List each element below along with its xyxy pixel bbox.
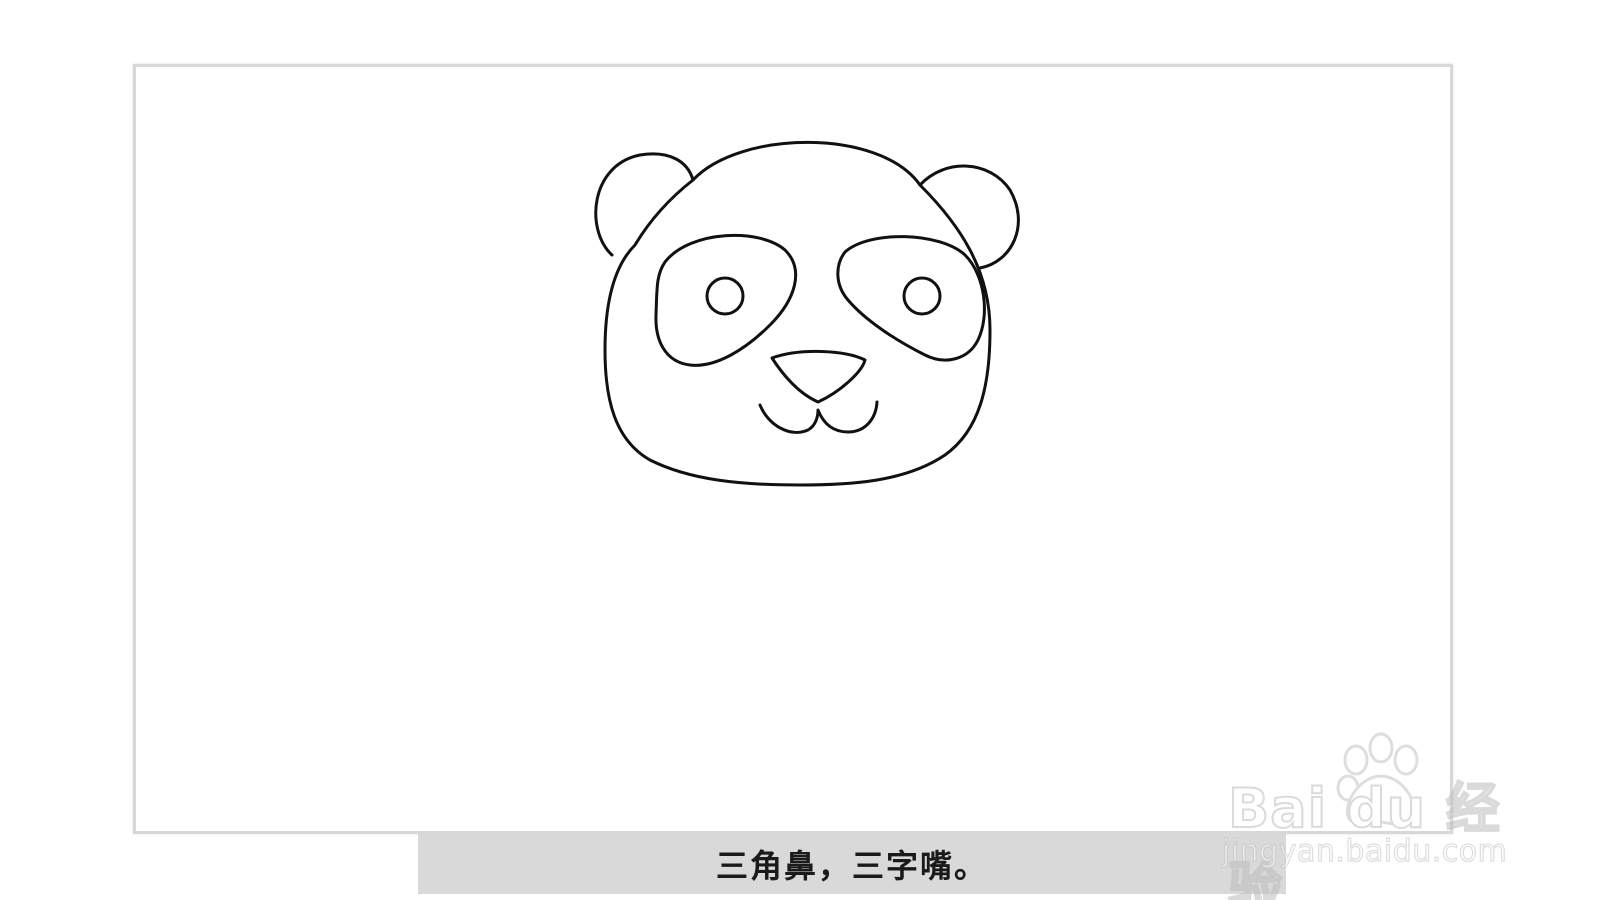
nose — [770, 350, 867, 404]
watermark-brand: Bai du 经验 — [1227, 776, 1501, 900]
right-ear — [918, 164, 1020, 270]
right-eye — [902, 276, 942, 316]
watermark-url: jingyan.baidu.com — [1221, 833, 1508, 869]
watermark: Bai du 经验 jingyan.baidu.com — [1221, 726, 1528, 900]
right-eye-patch — [836, 235, 986, 362]
left-eye-patch — [654, 233, 798, 367]
subtitle-text: 三角鼻，三字嘴。 — [715, 847, 988, 885]
left-ear — [594, 152, 695, 257]
left-eye — [705, 276, 745, 316]
subtitle-bar: 三角鼻，三字嘴。 — [418, 834, 1286, 894]
mouth — [758, 400, 879, 434]
slide: 三角鼻，三字嘴。 Bai du 经验 jingyan.baidu.com — [0, 0, 1600, 900]
